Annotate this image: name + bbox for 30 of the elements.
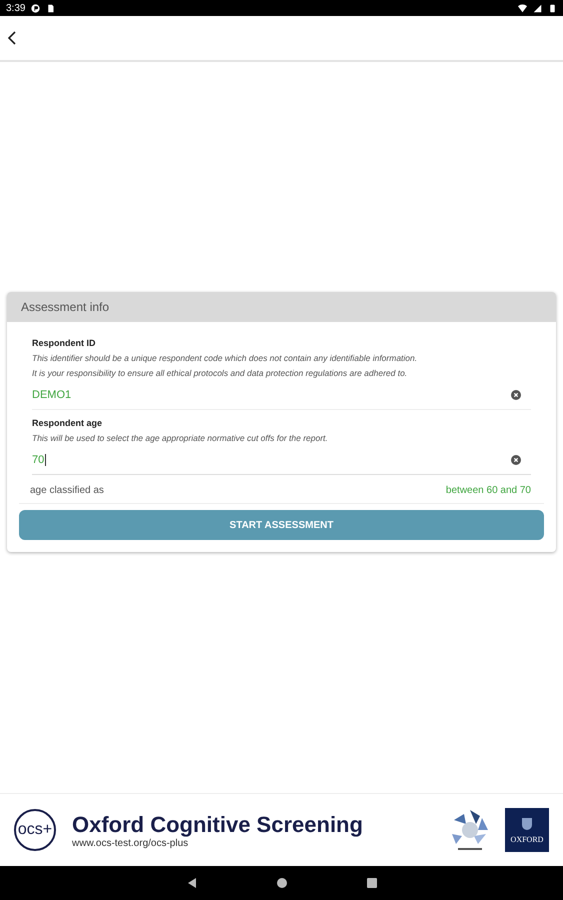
wifi-icon (518, 4, 527, 12)
status-time: 3:39 (6, 2, 26, 14)
footer-url: www.ocs-test.org/ocs-plus (72, 838, 190, 848)
home-nav-icon[interactable] (276, 877, 288, 889)
crest-icon (521, 816, 533, 830)
clear-icon[interactable] (511, 390, 521, 400)
field-label: Respondent ID (32, 338, 97, 348)
signal-icon (533, 4, 542, 12)
puzzle-logo-icon (449, 808, 491, 852)
footer-title: Oxford Cognitive Screening (72, 812, 363, 838)
classification-value: between 60 and 70 (446, 484, 531, 496)
start-assessment-button[interactable]: START ASSESSMENT (19, 510, 544, 540)
back-icon[interactable] (6, 30, 18, 46)
recents-nav-icon[interactable] (366, 877, 378, 889)
field-hint: It is your responsibility to ensure all ethical protocols and data protection regulations are adhered to. (32, 367, 408, 380)
battery-icon (548, 4, 557, 12)
notification-icon (31, 4, 40, 12)
sd-card-icon (46, 4, 56, 12)
text-cursor (45, 454, 46, 466)
field-label: Respondent age (32, 418, 104, 428)
clear-icon[interactable] (511, 455, 521, 465)
input-field[interactable]: 70 (32, 446, 531, 475)
ocs-logo: ocs+ (14, 809, 56, 851)
input-field[interactable]: DEMO1 (32, 381, 531, 410)
oxford-badge: OXFORD (505, 808, 549, 852)
card-title: Assessment info (21, 300, 110, 314)
field-hint: This will be used to select the age appropriate normative cut offs for the report. (32, 432, 329, 445)
back-nav-icon[interactable] (186, 877, 198, 889)
field-hint: This identifier should be a unique respondent code which does not contain any identifiable information. (32, 352, 418, 365)
classification-label: age classified as (30, 484, 104, 496)
